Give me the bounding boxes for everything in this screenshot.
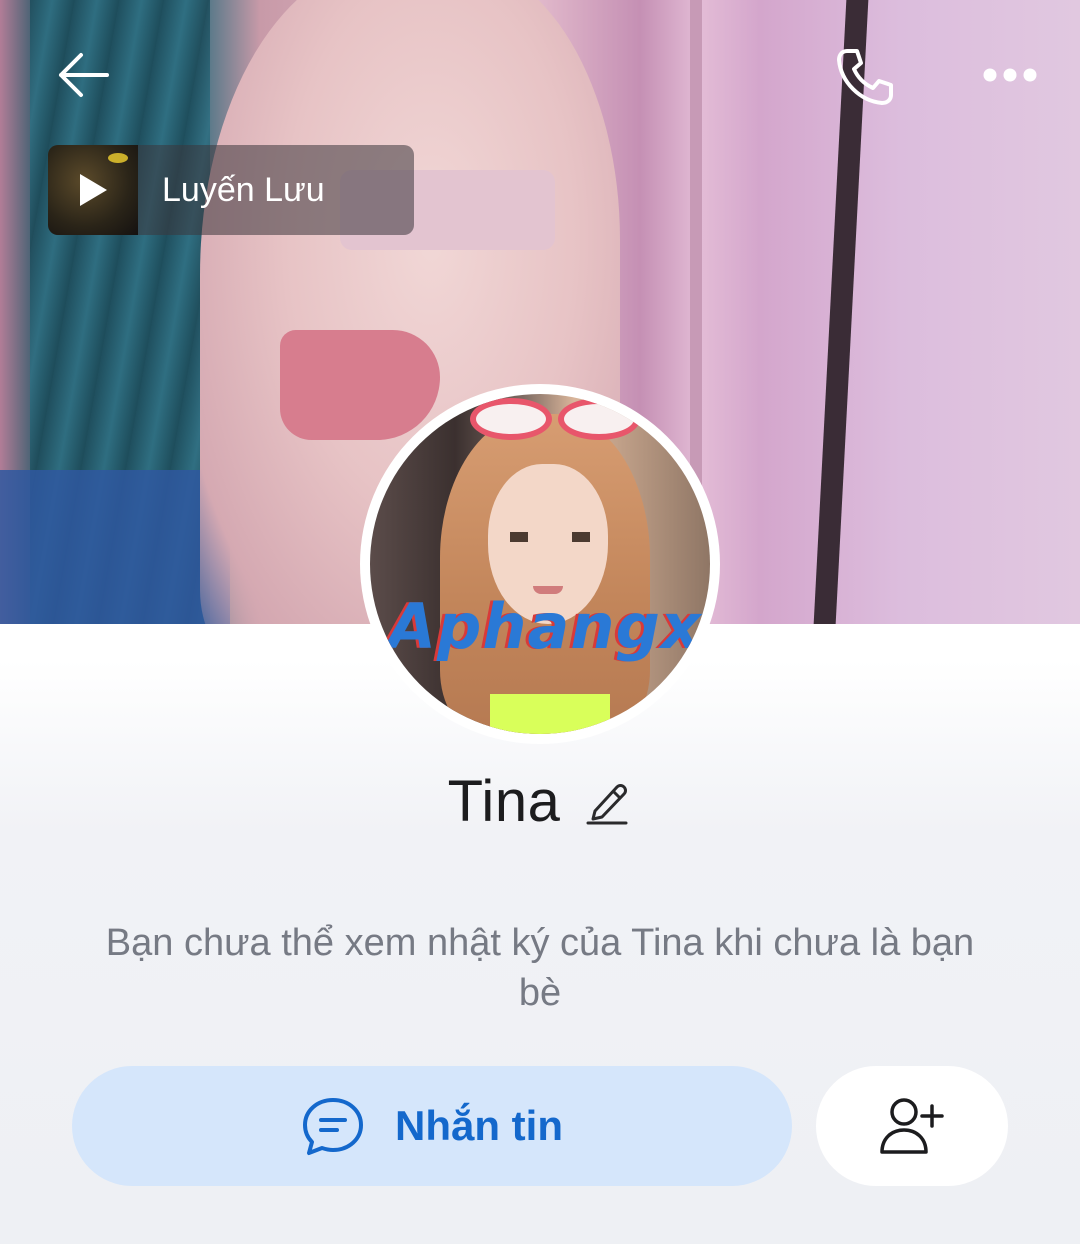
avatar-eyes (510, 532, 590, 542)
avatar-watermark: Aphangx (388, 590, 702, 663)
arrow-left-icon (59, 53, 109, 97)
profile-name-row: Tina (0, 768, 1080, 835)
pencil-icon (586, 783, 628, 824)
headband-ear-left (470, 398, 552, 440)
chat-bubble-icon (303, 1098, 363, 1155)
profile-music-player[interactable]: Luyến Lưu (48, 145, 414, 235)
profile-avatar[interactable]: Aphangx (360, 384, 720, 744)
phone-icon (837, 49, 893, 105)
call-button[interactable] (826, 38, 904, 116)
add-friend-button[interactable] (816, 1066, 1008, 1186)
privacy-notice: Bạn chưa thể xem nhật ký của Tina khi ch… (105, 922, 975, 1014)
edit-name-button[interactable] (582, 777, 632, 827)
send-message-label: Nhắn tin (395, 1102, 563, 1149)
music-title: Luyến Lưu (162, 170, 325, 209)
headband-ear-right (558, 398, 640, 440)
more-horizontal-icon (983, 68, 1037, 82)
music-cover-thumbnail (48, 145, 138, 235)
avatar-photo: Aphangx (370, 394, 710, 734)
add-user-icon (880, 1098, 944, 1154)
play-icon[interactable] (76, 171, 110, 209)
send-message-button[interactable]: Nhắn tin (72, 1066, 792, 1186)
cover-figure-bottom (280, 330, 440, 440)
more-options-button[interactable] (970, 45, 1050, 105)
cover-floor (0, 470, 230, 624)
avatar-top (490, 694, 610, 734)
avatar-headband (470, 394, 640, 440)
profile-name: Tina (447, 769, 561, 834)
back-button[interactable] (48, 40, 118, 110)
thumbnail-light (108, 153, 128, 163)
profile-screen: Luyến Lưu Aphangx Tina Bạn chưa thể xem … (0, 0, 1080, 1244)
